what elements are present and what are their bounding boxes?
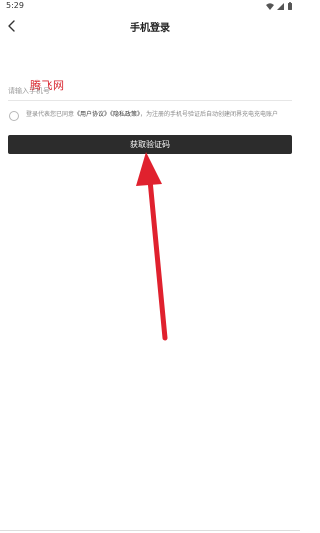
privacy-policy-link[interactable]: 《隐私政策》 <box>110 111 140 118</box>
agreement-text: 登录代表您已同意《用户协议》《隐私政策》，为注册的手机号验证后自动创建闭界充电充… <box>26 110 294 119</box>
user-agreement-link[interactable]: 《用户协议》 <box>74 111 110 118</box>
input-divider <box>8 100 292 101</box>
get-code-button[interactable]: 获取验证码 <box>8 135 292 154</box>
bottom-divider <box>0 530 300 531</box>
watermark: 腾飞网 <box>30 79 65 92</box>
page-title: 手机登录 <box>130 23 170 34</box>
agreement-checkbox[interactable] <box>9 111 19 121</box>
status-bar: 5:29 <box>0 0 300 14</box>
battery-icon <box>288 2 292 10</box>
wifi-icon <box>266 3 274 10</box>
status-icons <box>265 2 295 12</box>
signal-icon <box>277 3 284 10</box>
agreement-prefix: 登录代表您已同意 <box>26 111 75 118</box>
status-time: 5:29 <box>6 1 24 10</box>
agreement-suffix: ，为注册的手机号验证后自动创建闭界充电充电账户 <box>140 111 279 118</box>
header: 手机登录 <box>0 14 300 40</box>
login-screen: 5:29 手机登录 腾飞 <box>0 0 300 533</box>
